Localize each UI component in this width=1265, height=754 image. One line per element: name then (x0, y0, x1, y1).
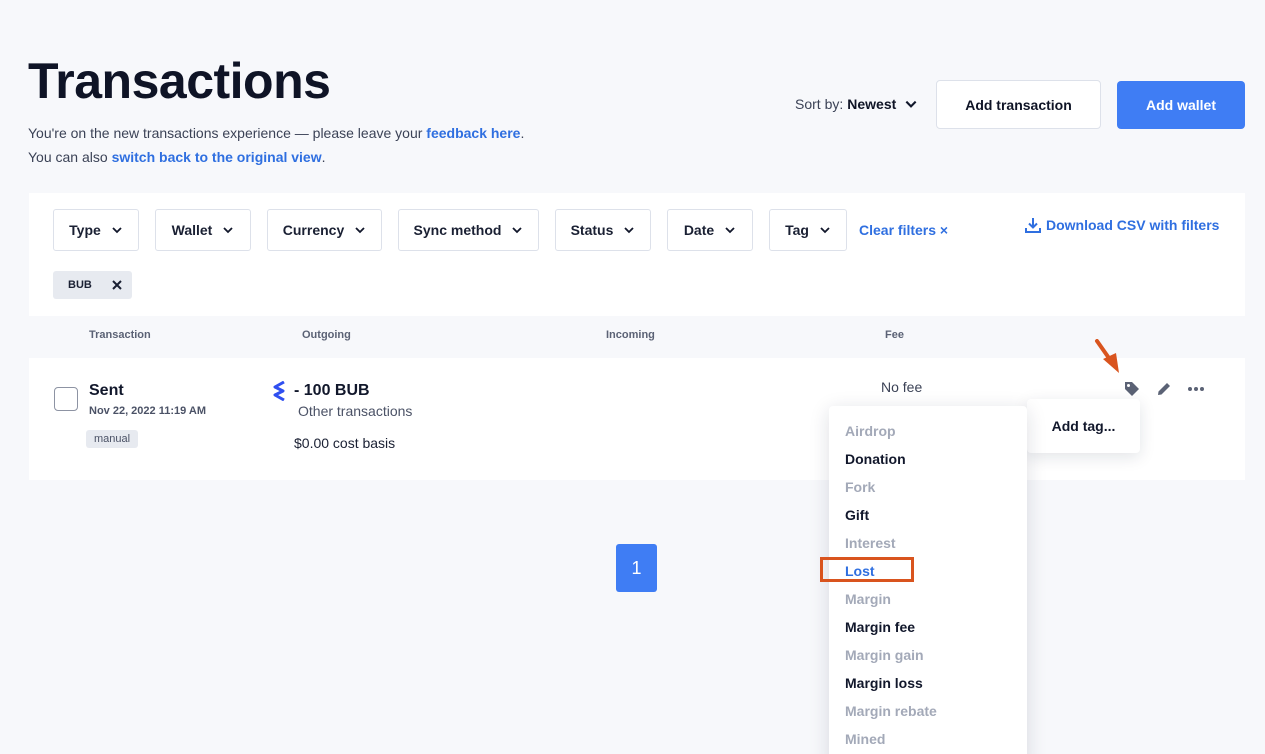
chevron-down-icon (112, 227, 122, 234)
column-fee: Fee (885, 329, 904, 341)
chevron-down-icon (223, 227, 233, 234)
tag-dropdown-menu: Airdrop Donation Fork Gift Interest Lost… (829, 406, 1027, 754)
edit-icon[interactable] (1155, 380, 1173, 398)
chevron-down-icon (512, 227, 523, 234)
tag-option-mined[interactable]: Mined (829, 728, 1027, 754)
tag-option-margin[interactable]: Margin (829, 588, 1027, 616)
column-incoming: Incoming (606, 329, 655, 341)
clear-filters-link[interactable]: Clear filters × (859, 222, 948, 238)
manual-badge: manual (86, 430, 139, 448)
chevron-down-icon (725, 227, 735, 234)
add-tag-tooltip: Add tag... (1027, 399, 1140, 453)
tag-option-donation[interactable]: Donation (829, 448, 1027, 476)
tag-icon[interactable] (1123, 380, 1141, 398)
switch-back-link[interactable]: switch back to the original view (112, 149, 322, 165)
transaction-category: Other transactions (298, 403, 413, 419)
fee-value: No fee (881, 379, 923, 395)
notice-line-1: You're on the new transactions experienc… (28, 125, 525, 141)
tag-option-lost[interactable]: Lost (829, 560, 1027, 588)
filter-currency[interactable]: Currency (267, 209, 382, 251)
filter-type[interactable]: Type (53, 209, 139, 251)
tag-option-margin-rebate[interactable]: Margin rebate (829, 700, 1027, 728)
page-title: Transactions (28, 53, 331, 109)
transaction-date: Nov 22, 2022 11:19 AM (89, 405, 206, 417)
annotation-arrow-icon (1095, 339, 1119, 373)
chevron-down-icon (905, 100, 917, 108)
download-icon (1025, 218, 1041, 233)
close-icon[interactable] (112, 280, 122, 290)
filter-sync-method[interactable]: Sync method (398, 209, 539, 251)
tag-option-interest[interactable]: Interest (829, 532, 1027, 560)
chevron-down-icon (624, 227, 635, 234)
column-outgoing: Outgoing (302, 329, 351, 341)
tag-option-airdrop[interactable]: Airdrop (829, 420, 1027, 448)
filter-date[interactable]: Date (667, 209, 753, 251)
download-csv-link[interactable]: Download CSV with filters (1024, 216, 1219, 234)
filter-chip-bub: BUB (53, 271, 132, 299)
page-1-button[interactable]: 1 (616, 544, 657, 592)
tag-option-gift[interactable]: Gift (829, 504, 1027, 532)
row-checkbox[interactable] (54, 387, 78, 411)
add-wallet-button[interactable]: Add wallet (1117, 81, 1245, 129)
bub-coin-icon (273, 381, 285, 401)
feedback-link[interactable]: feedback here (426, 125, 520, 141)
cost-basis: $0.00 cost basis (294, 435, 396, 451)
chevron-down-icon (820, 227, 830, 234)
tag-option-fork[interactable]: Fork (829, 476, 1027, 504)
tag-option-margin-loss[interactable]: Margin loss (829, 672, 1027, 700)
add-transaction-button[interactable]: Add transaction (936, 80, 1101, 129)
notice-line-2: You can also switch back to the original… (28, 149, 326, 165)
sort-value: Newest (847, 96, 897, 112)
outgoing-amount: - 100 BUB (294, 382, 370, 399)
column-transaction: Transaction (89, 329, 151, 341)
sort-dropdown[interactable]: Sort by: Newest (795, 96, 918, 112)
filter-status[interactable]: Status (555, 209, 651, 251)
chevron-down-icon (355, 227, 365, 234)
filter-tag[interactable]: Tag (769, 209, 847, 251)
filter-wallet[interactable]: Wallet (155, 209, 251, 251)
more-icon[interactable] (1187, 380, 1205, 398)
tag-option-margin-fee[interactable]: Margin fee (829, 616, 1027, 644)
transaction-type: Sent (89, 382, 124, 399)
tag-option-margin-gain[interactable]: Margin gain (829, 644, 1027, 672)
